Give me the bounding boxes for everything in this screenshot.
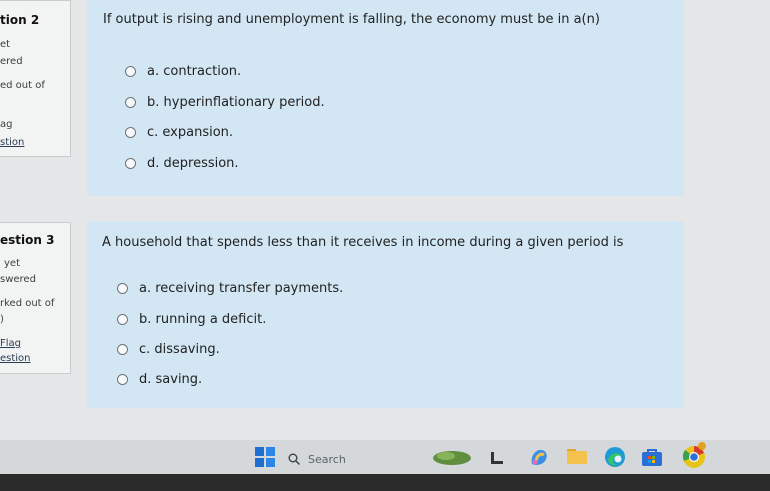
- edge-browser-icon[interactable]: [604, 446, 626, 468]
- option-label: d. saving.: [139, 371, 203, 387]
- option-label: c. dissaving.: [139, 341, 220, 357]
- radio-button[interactable]: [117, 373, 128, 385]
- taskbar: Search: [0, 440, 770, 491]
- question-info-panel: tion 2 et ered ed out of ag stion: [0, 0, 71, 157]
- question-3-card: A household that spends less than it rec…: [87, 221, 684, 408]
- question-info-panel: estion 3 yet swered rked out of ) Flag e…: [0, 222, 71, 374]
- radio-button[interactable]: [117, 343, 128, 355]
- radio-button[interactable]: [117, 282, 128, 294]
- option-c[interactable]: c. dissaving.: [117, 340, 220, 358]
- option-a[interactable]: a. contraction.: [125, 62, 241, 80]
- search-placeholder: Search: [308, 452, 346, 466]
- marks-text: rked out of: [0, 298, 55, 309]
- store-icon[interactable]: [641, 447, 663, 467]
- widgets-icon[interactable]: [432, 448, 472, 466]
- question-text: A household that spends less than it rec…: [102, 235, 624, 250]
- status-text: et: [0, 39, 11, 50]
- flag-question-link[interactable]: estion: [0, 354, 31, 364]
- radio-button[interactable]: [125, 157, 136, 169]
- option-label: a. contraction.: [147, 63, 242, 79]
- status-text: swered: [0, 274, 36, 285]
- status-text: yet: [4, 258, 20, 269]
- question-number: estion 3: [0, 234, 54, 246]
- option-label: b. hyperinflationary period.: [147, 94, 325, 110]
- chrome-icon[interactable]: [681, 441, 709, 469]
- screen-bezel: [0, 474, 770, 491]
- question-text: If output is rising and unemployment is …: [103, 12, 600, 27]
- copilot-icon[interactable]: [528, 446, 550, 468]
- marks-text: ed out of: [0, 80, 45, 91]
- option-b[interactable]: b. hyperinflationary period.: [125, 93, 325, 111]
- question-number-label: estion 3: [0, 233, 55, 247]
- option-d[interactable]: d. saving.: [117, 370, 202, 388]
- radio-button[interactable]: [125, 96, 136, 108]
- question-number: tion 2: [0, 14, 39, 26]
- question-2-card: If output is rising and unemployment is …: [87, 0, 684, 196]
- radio-button[interactable]: [125, 65, 136, 77]
- edit-question-link[interactable]: stion: [0, 138, 24, 148]
- radio-button[interactable]: [117, 313, 128, 325]
- marks-text: ): [0, 314, 4, 325]
- option-label: d. depression.: [147, 155, 239, 171]
- radio-button[interactable]: [125, 126, 136, 138]
- option-label: c. expansion.: [147, 124, 234, 140]
- quiz-page: tion 2 et ered ed out of ag stion If out…: [0, 0, 770, 440]
- flag-question-link[interactable]: Flag: [0, 339, 21, 349]
- flag-link[interactable]: ag: [0, 120, 12, 130]
- option-a[interactable]: a. receiving transfer payments.: [117, 279, 343, 297]
- option-label: b. running a deficit.: [139, 311, 267, 327]
- search-icon: [288, 453, 300, 465]
- option-label: a. receiving transfer payments.: [139, 280, 344, 296]
- taskbar-search-box[interactable]: Search: [288, 448, 408, 470]
- file-explorer-icon[interactable]: [490, 450, 504, 464]
- option-d[interactable]: d. depression.: [125, 154, 239, 172]
- folder-icon[interactable]: [566, 447, 588, 465]
- option-c[interactable]: c. expansion.: [125, 123, 233, 141]
- windows-start-icon[interactable]: [255, 447, 275, 467]
- option-b[interactable]: b. running a deficit.: [117, 310, 266, 328]
- question-number-label: tion 2: [0, 13, 40, 27]
- status-text: ered: [0, 56, 23, 67]
